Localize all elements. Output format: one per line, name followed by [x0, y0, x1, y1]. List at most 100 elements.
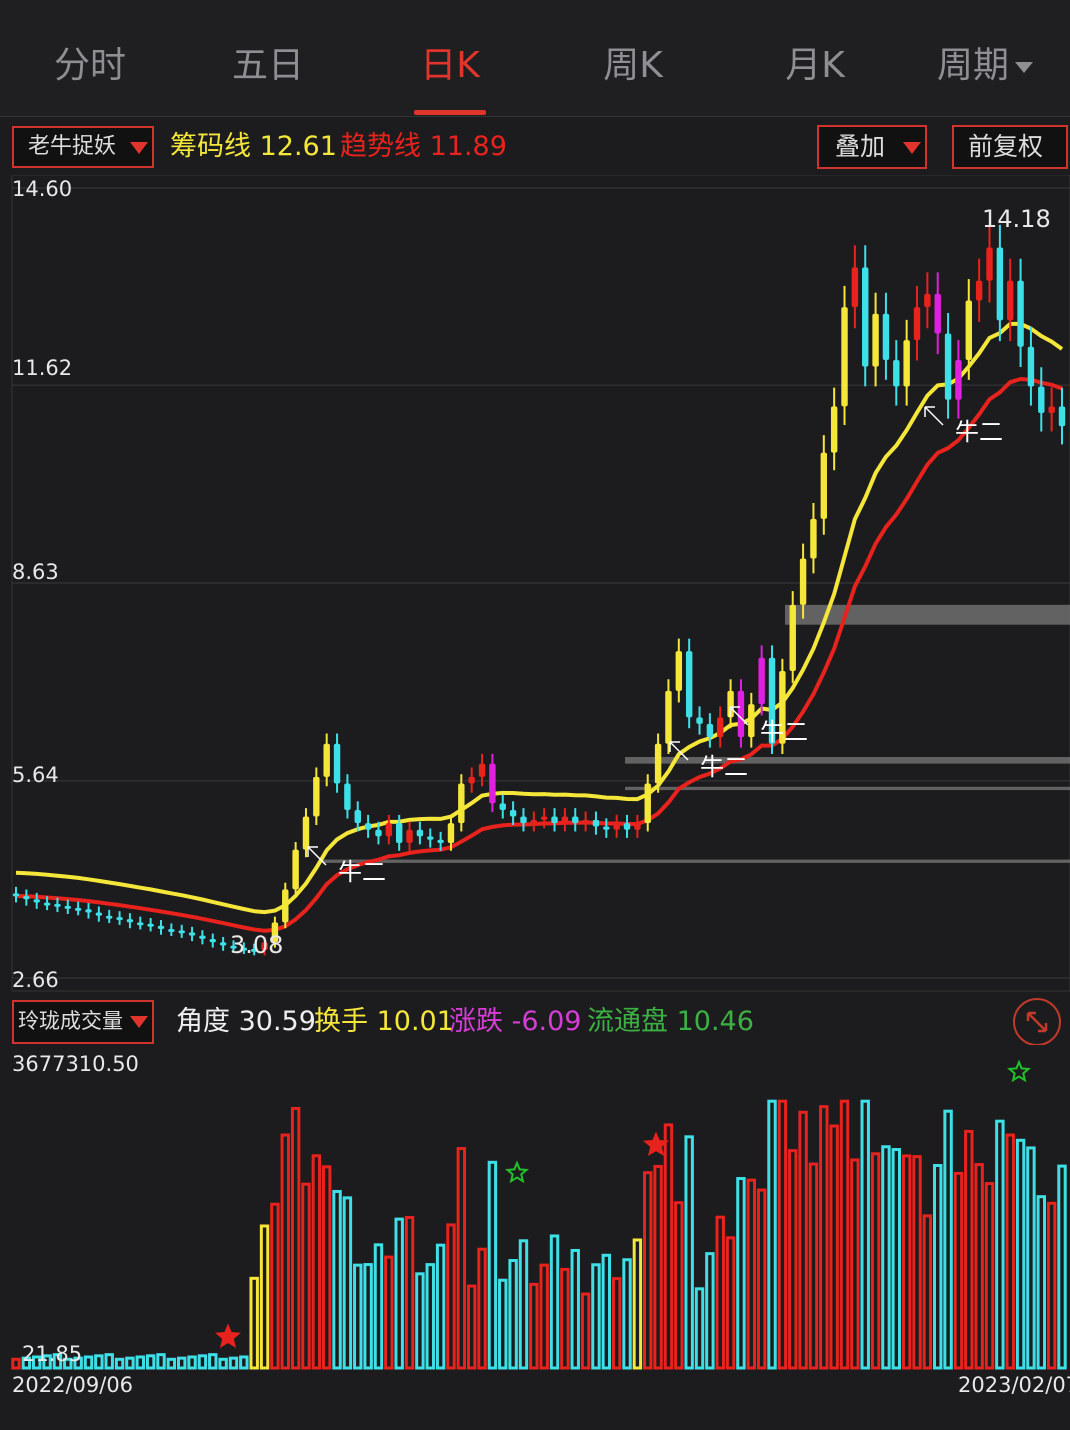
candle-body	[292, 849, 299, 890]
candle-body	[157, 925, 165, 930]
volume-bar-chart[interactable]	[0, 1045, 1070, 1370]
float-readout: 流通盘 10.46	[587, 1002, 754, 1042]
angle-label: 角度	[176, 1006, 230, 1037]
candle-body	[758, 657, 765, 705]
change-readout: 涨跌 -6.09	[449, 1002, 581, 1042]
angle-readout: 角度 30.59	[176, 1002, 316, 1042]
candle-body	[499, 803, 506, 810]
candle-body	[74, 907, 82, 911]
end-date-label: 2023/02/07	[958, 1373, 1070, 1397]
candle-body	[364, 823, 372, 830]
price-axis-label-1: 14.60	[12, 177, 73, 201]
candle-body	[530, 819, 538, 824]
candle-body	[354, 809, 361, 824]
candle-body	[33, 899, 40, 903]
angle-value: 30.59	[238, 1006, 316, 1037]
chevron-down-icon	[1015, 61, 1033, 73]
price-indicator-select[interactable]: 老牛捉妖	[12, 126, 154, 168]
candle-body	[1007, 280, 1014, 321]
candle-body	[851, 267, 859, 308]
chip-line-value: 12.61	[259, 131, 337, 162]
price-axis-label-2: 11.62	[12, 356, 73, 380]
candle-body	[623, 823, 631, 830]
stock-kline-screen: 分时 五日 日K 周K 月K 周期 老牛捉妖 筹码线 12.61 趋势线 11.…	[0, 0, 1070, 1430]
turnover-readout: 换手 10.01	[314, 1002, 454, 1042]
signal-label-1: 牛二	[338, 858, 386, 886]
candle-body	[975, 280, 983, 301]
tab-five-day[interactable]: 五日	[183, 40, 353, 92]
candle-body	[147, 923, 154, 927]
candle-body	[675, 651, 683, 691]
signal-label-2: 牛二	[700, 753, 748, 781]
candle-body	[540, 816, 548, 820]
float-label: 流通盘	[587, 1006, 668, 1037]
candle-body	[685, 651, 693, 718]
candle-body	[447, 823, 455, 844]
candle-body	[302, 816, 310, 850]
tab-weekly-k[interactable]: 周K	[548, 40, 718, 92]
candle-body	[116, 917, 123, 921]
tab-daily-k[interactable]: 日K	[365, 40, 535, 92]
candle-body	[986, 247, 993, 281]
turnover-label: 换手	[314, 1006, 368, 1037]
expand-button[interactable]	[1013, 998, 1061, 1046]
overlay-button[interactable]: 叠加	[817, 125, 927, 169]
turnover-value: 10.01	[376, 1006, 454, 1037]
tab-intraday[interactable]: 分时	[5, 40, 175, 92]
candle-body	[944, 333, 952, 400]
candle-body	[188, 932, 196, 936]
candle-body	[893, 360, 900, 387]
candle-body	[43, 902, 51, 906]
overlay-label: 叠加	[835, 132, 886, 161]
candle-body	[137, 922, 144, 926]
candle-body	[416, 829, 424, 837]
volume-indicator-select[interactable]: 玲珑成交量	[12, 1000, 154, 1044]
price-adjust-label: 前复权	[968, 132, 1044, 161]
candle-body	[934, 293, 941, 334]
candle-body	[582, 819, 589, 824]
period-tab-bar: 分时 五日 日K 周K 月K 周期	[0, 0, 1070, 117]
chip-line-readout: 筹码线 12.61	[170, 127, 337, 167]
candle-body	[1048, 406, 1055, 413]
candle-body	[64, 905, 71, 909]
volume-indicator-label: 玲珑成交量	[18, 1009, 123, 1033]
candle-body	[706, 723, 714, 738]
candle-body	[333, 743, 341, 784]
candle-body	[406, 829, 413, 844]
candle-body	[644, 783, 651, 824]
candle-body	[468, 776, 475, 784]
candle-body	[105, 915, 113, 919]
change-label: 涨跌	[449, 1006, 503, 1037]
candle-body	[489, 763, 496, 804]
candle-body	[592, 819, 600, 827]
candle-body	[551, 816, 558, 824]
candle-body	[219, 942, 227, 946]
price-axis-label-5: 2.66	[12, 968, 59, 992]
tab-period-label: 周期	[936, 45, 1009, 86]
support-band-4	[320, 859, 1070, 863]
candle-body	[789, 604, 796, 671]
candle-body	[478, 763, 486, 777]
candle-body	[634, 823, 641, 830]
candle-body	[95, 912, 103, 916]
trend-line-readout: 趋势线 11.89	[340, 127, 507, 167]
candle-body	[654, 743, 662, 784]
candle-body	[913, 307, 921, 341]
low-price-label: 3.08	[230, 931, 284, 959]
candle-body	[168, 929, 175, 933]
candlestick-chart[interactable]: 牛二牛二牛二牛二	[0, 175, 1070, 995]
candle-body	[375, 829, 382, 837]
candle-body	[696, 717, 703, 724]
tab-monthly-k[interactable]: 月K	[730, 40, 900, 92]
candle-body	[882, 313, 890, 361]
candle-body	[748, 704, 755, 738]
candle-body	[924, 293, 931, 308]
support-band-2	[625, 757, 1070, 764]
tab-period-dropdown[interactable]: 周期	[900, 40, 1070, 92]
candle-body	[199, 935, 206, 939]
candle-body	[996, 247, 1004, 321]
candle-body	[841, 307, 848, 407]
trend-line-label: 趋势线	[340, 131, 421, 162]
candle-body	[1027, 346, 1035, 387]
price-adjust-button[interactable]: 前复权	[952, 125, 1068, 169]
